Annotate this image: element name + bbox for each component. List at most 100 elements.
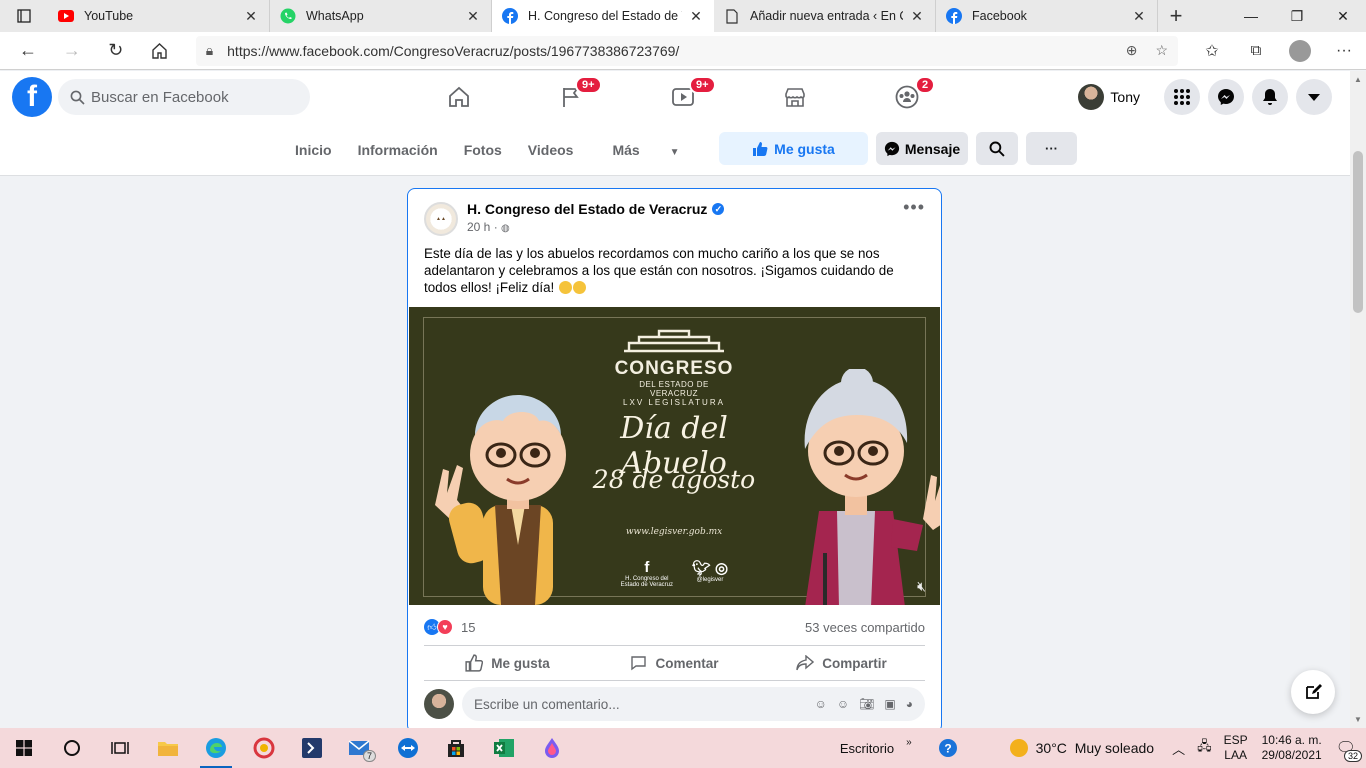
notifications-button[interactable]: [1252, 79, 1288, 115]
settings-menu-button[interactable]: ···: [1322, 32, 1366, 70]
chevron-right-double-icon[interactable]: »: [900, 737, 918, 748]
post-options-button[interactable]: •••: [903, 197, 925, 218]
scroll-down-icon[interactable]: ▼: [1354, 715, 1362, 724]
share-count[interactable]: 53 veces compartido: [805, 620, 925, 635]
close-icon[interactable]: ✕: [243, 8, 259, 25]
taskbar-chrome-like[interactable]: [240, 728, 288, 768]
profile-button[interactable]: [1278, 32, 1322, 70]
page-like-label: Me gusta: [774, 140, 835, 157]
mute-button[interactable]: 🔇︎: [917, 578, 926, 595]
older-man-emoji-icon: [558, 281, 572, 294]
message-button[interactable]: Mensaje: [876, 132, 968, 165]
like-button[interactable]: Me gusta: [424, 646, 591, 680]
tab-whatsapp[interactable]: WhatsApp ✕: [270, 0, 492, 32]
back-button[interactable]: ←: [6, 32, 50, 70]
sticker-icon[interactable]: ◕: [906, 697, 913, 711]
tab-youtube[interactable]: YouTube ✕: [48, 0, 270, 32]
scrollbar-thumb[interactable]: [1353, 151, 1363, 313]
messenger-button[interactable]: [1208, 79, 1244, 115]
nav-watch[interactable]: 9+: [627, 71, 739, 123]
scroll-up-icon[interactable]: ▲: [1354, 75, 1362, 84]
comment-input[interactable]: Escribe un comentario... ☺︎ ☺ 📷︎ ▣ ◕: [462, 687, 925, 721]
nav-groups[interactable]: 2: [851, 71, 963, 123]
tab-title: YouTube: [84, 9, 134, 23]
help-icon[interactable]: ?: [932, 738, 964, 758]
tab-actions-button[interactable]: [0, 0, 48, 32]
nav-home[interactable]: [403, 71, 515, 123]
close-icon[interactable]: ✕: [688, 8, 704, 25]
menu-button[interactable]: [1164, 79, 1200, 115]
emoji-icon[interactable]: ☺: [837, 697, 849, 711]
gif-icon[interactable]: ▣: [884, 697, 895, 711]
tab-mas[interactable]: Más ▼: [586, 142, 705, 158]
page-more-button[interactable]: ···: [1026, 132, 1077, 165]
taskbar-teamviewer[interactable]: [384, 728, 432, 768]
page-scrollbar[interactable]: ▲ ▼: [1350, 71, 1366, 728]
post-author[interactable]: H. Congreso del Estado de Veracruz: [467, 201, 707, 217]
profile-link[interactable]: Tony: [1078, 84, 1140, 110]
refresh-button[interactable]: ↻: [94, 32, 138, 70]
forward-button[interactable]: →: [50, 32, 94, 70]
close-icon[interactable]: ✕: [465, 8, 481, 25]
reaction-count[interactable]: 15: [461, 620, 475, 635]
favorites-button[interactable]: ✩: [1190, 32, 1234, 70]
action-center-button[interactable]: 🗨︎ 32: [1330, 738, 1362, 762]
taskbar-store[interactable]: [432, 728, 480, 768]
task-view-button[interactable]: [96, 728, 144, 768]
page-search-button[interactable]: [976, 132, 1018, 165]
facebook-search-input[interactable]: Buscar en Facebook: [58, 79, 310, 115]
taskbar-file-explorer[interactable]: [144, 728, 192, 768]
weather-widget[interactable]: 30°C Muy soleado: [1004, 739, 1160, 757]
zoom-icon[interactable]: ⊕: [1126, 42, 1138, 59]
network-icon[interactable]: 🖧︎: [1191, 737, 1218, 759]
clock[interactable]: 10:46 a. m. 29/08/2021: [1254, 733, 1330, 763]
collections-button[interactable]: ⧉: [1234, 32, 1278, 70]
close-window-button[interactable]: ✕: [1320, 0, 1366, 32]
taskbar-mail[interactable]: 7: [336, 728, 384, 768]
close-icon[interactable]: ✕: [1131, 8, 1147, 25]
minimize-button[interactable]: —: [1228, 0, 1274, 32]
address-bar[interactable]: 🔒︎ https://www.facebook.com/CongresoVera…: [195, 35, 1178, 66]
start-button[interactable]: [0, 728, 48, 768]
tab-nueva-entrada[interactable]: Añadir nueva entrada ‹ En Co ✕: [714, 0, 936, 32]
account-button[interactable]: [1296, 79, 1332, 115]
favorite-star-icon[interactable]: ☆: [1155, 42, 1168, 59]
taskbar-edge[interactable]: [192, 728, 240, 768]
maximize-button[interactable]: ❐: [1274, 0, 1320, 32]
page-tabs-bar: Inicio Información Fotos Videos Más ▼ Me…: [0, 123, 1350, 176]
chevron-up-icon[interactable]: ︿: [1166, 739, 1191, 758]
nav-marketplace[interactable]: [739, 71, 851, 123]
input-language[interactable]: ESP LAA: [1218, 733, 1254, 763]
caret-down-icon: [1308, 94, 1320, 101]
comment-button[interactable]: Comentar: [591, 646, 758, 680]
camera-icon[interactable]: 📷︎: [859, 697, 874, 711]
tab-informacion[interactable]: Información: [345, 142, 451, 158]
desktop-toolbar[interactable]: Escritorio: [834, 741, 900, 756]
page-like-button[interactable]: Me gusta: [719, 132, 868, 165]
close-icon[interactable]: ✕: [909, 8, 925, 25]
taskbar-paint[interactable]: [528, 728, 576, 768]
page-avatar[interactable]: ▲▲: [424, 202, 458, 236]
facebook-logo[interactable]: f: [12, 77, 52, 117]
tab-videos[interactable]: Videos: [515, 142, 587, 158]
home-button[interactable]: [138, 32, 182, 70]
lang-top: ESP: [1223, 733, 1248, 747]
grandfather-illustration: [435, 395, 566, 605]
system-tray: Escritorio » ? 30°C Muy soleado ︿ 🖧︎ ESP…: [834, 728, 1366, 768]
avatar[interactable]: [424, 689, 454, 719]
avatar-sticker-icon[interactable]: ☺︎: [815, 697, 827, 711]
share-button[interactable]: Compartir: [758, 646, 925, 680]
post-video[interactable]: CONGRESO DEL ESTADO DE VERACRUZ LXV LEGI…: [409, 307, 940, 605]
taskbar-powershell[interactable]: [288, 728, 336, 768]
new-tab-button[interactable]: +: [1158, 0, 1194, 32]
comment-tools: ☺︎ ☺ 📷︎ ▣ ◕: [815, 697, 913, 711]
new-message-button[interactable]: [1291, 670, 1335, 714]
taskbar-search[interactable]: [48, 728, 96, 768]
nav-pages[interactable]: 9+: [515, 71, 627, 123]
taskbar-excel[interactable]: [480, 728, 528, 768]
post-time[interactable]: 20 h ·: [467, 220, 498, 234]
tab-fotos[interactable]: Fotos: [451, 142, 515, 158]
tab-facebook[interactable]: Facebook ✕: [936, 0, 1158, 32]
tab-congreso[interactable]: H. Congreso del Estado de Ve ✕: [492, 0, 714, 32]
tab-inicio[interactable]: Inicio: [282, 142, 345, 158]
